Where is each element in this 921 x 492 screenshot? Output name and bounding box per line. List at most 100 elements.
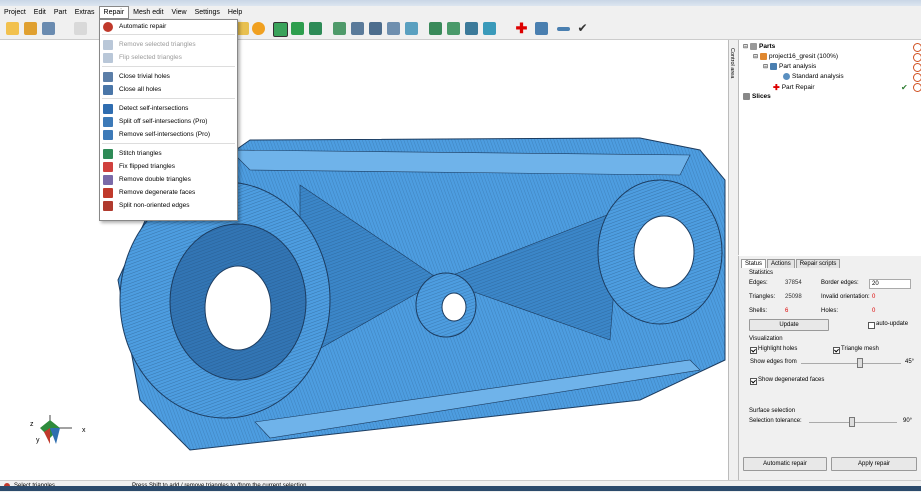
menu-extras[interactable]: Extras xyxy=(71,6,99,19)
menu-project[interactable]: Project xyxy=(0,6,30,19)
menu-repair[interactable]: Repair xyxy=(98,6,130,19)
select-mode-4-icon[interactable] xyxy=(483,22,496,35)
collapse-icon[interactable]: ⊟ xyxy=(763,63,768,70)
select-mode-3-icon[interactable] xyxy=(465,22,478,35)
tab-repair-scripts[interactable]: Repair scripts xyxy=(795,259,841,268)
degenerated-faces-label: Show degenerated faces xyxy=(758,377,825,383)
update-button[interactable]: Update xyxy=(749,319,829,331)
status-panel: Status Actions Repair scripts Statistics… xyxy=(738,256,921,480)
menu-item-detect-self-intersections[interactable]: Detect self-intersections xyxy=(100,103,237,114)
render-mode-5-icon[interactable] xyxy=(405,22,418,35)
menu-item-split-non-oriented-edges[interactable]: Split non-oriented edges xyxy=(100,200,237,211)
visibility-icon[interactable] xyxy=(913,63,921,72)
copy-icon[interactable] xyxy=(74,22,87,35)
add-icon[interactable]: ✚ xyxy=(515,21,528,35)
view-front-icon[interactable] xyxy=(291,22,304,35)
visibility-icon[interactable] xyxy=(913,83,921,92)
render-mode-3-icon[interactable] xyxy=(369,22,382,35)
render-mode-1-icon[interactable] xyxy=(333,22,346,35)
menu-item-remove-double-triangles[interactable]: Remove double triangles xyxy=(100,174,237,185)
shells-label: Shells: xyxy=(749,308,768,314)
select-mode-1-icon[interactable] xyxy=(429,22,442,35)
menu-item-flip-selected-triangles[interactable]: Flip selected triangles xyxy=(100,52,237,63)
menu-item-remove-self-intersections[interactable]: Remove self-intersections (Pro) xyxy=(100,129,237,140)
menu-separator xyxy=(102,98,235,99)
analysis-icon xyxy=(770,63,778,70)
tree-node-parts[interactable]: ⊟ Parts xyxy=(743,43,775,50)
detect-intersections-icon xyxy=(103,103,113,114)
holes-value: 0 xyxy=(872,308,876,314)
collapse-icon[interactable]: ⊟ xyxy=(743,43,748,50)
new-project-icon[interactable] xyxy=(6,22,19,35)
part-icon xyxy=(760,53,768,60)
standard-analysis-label: Standard analysis xyxy=(792,73,844,80)
edges-value: 37854 xyxy=(785,280,802,286)
shells-value: 6 xyxy=(785,308,789,314)
repair-check-icon: ✔ xyxy=(901,83,908,92)
menu-item-automatic-repair[interactable]: Automatic repair xyxy=(100,21,237,32)
flip-triangles-icon xyxy=(103,52,113,63)
tree-node-slices[interactable]: Slices xyxy=(743,93,771,100)
minus-icon[interactable] xyxy=(557,27,570,31)
menu-item-stitch-triangles[interactable]: Stitch triangles xyxy=(100,148,237,159)
edge-angle-value: 45° xyxy=(905,359,915,365)
invalid-orientation-label: Invalid orientation: xyxy=(821,294,870,300)
menu-item-close-all-holes[interactable]: Close all holes xyxy=(100,84,237,95)
save-project-icon[interactable] xyxy=(42,22,55,35)
automatic-repair-button[interactable]: Automatic repair xyxy=(743,457,827,471)
menu-item-remove-selected-triangles[interactable]: Remove selected triangles xyxy=(100,39,237,50)
menu-view[interactable]: View xyxy=(168,6,191,19)
remove-triangles-icon xyxy=(103,39,113,50)
menu-settings[interactable]: Settings xyxy=(191,6,224,19)
tab-status[interactable]: Status xyxy=(741,259,767,268)
menu-edit[interactable]: Edit xyxy=(30,6,50,19)
triangle-mesh-checkbox[interactable] xyxy=(833,347,840,354)
render-mode-2-icon[interactable] xyxy=(351,22,364,35)
tab-actions[interactable]: Actions xyxy=(767,259,795,268)
holes-label: Holes: xyxy=(821,308,839,314)
view-3d-icon[interactable] xyxy=(309,22,322,35)
triangle-mesh-label: Triangle mesh xyxy=(841,346,879,352)
x-axis-label: x xyxy=(82,427,86,434)
invalid-orientation-value: 0 xyxy=(872,294,876,300)
edge-angle-slider[interactable] xyxy=(801,363,901,364)
menu-help[interactable]: Help xyxy=(224,6,246,19)
measure-icon[interactable] xyxy=(535,22,548,35)
menu-part[interactable]: Part xyxy=(50,6,71,19)
highlight-holes-label: Highlight holes xyxy=(758,346,798,352)
menu-item-remove-degenerate-faces[interactable]: Remove degenerate faces xyxy=(100,187,237,198)
tree-node-part-repair[interactable]: ✚ Part Repair xyxy=(773,83,815,92)
tolerance-slider-thumb[interactable] xyxy=(849,417,855,427)
fix-flipped-icon xyxy=(103,161,113,172)
menu-item-split-off-self-intersections[interactable]: Split off self-intersections (Pro) xyxy=(100,116,237,127)
split-edges-icon xyxy=(103,200,113,211)
auto-update-checkbox[interactable] xyxy=(868,322,875,329)
check-icon[interactable]: ✔ xyxy=(576,22,589,35)
tree-node-standard-analysis[interactable]: Standard analysis xyxy=(783,73,844,80)
triangles-value: 25098 xyxy=(785,294,802,300)
menu-mesh-edit[interactable]: Mesh edit xyxy=(129,6,167,19)
edge-angle-slider-thumb[interactable] xyxy=(857,358,863,368)
search-icon[interactable] xyxy=(252,22,265,35)
control-area-label: Control area xyxy=(729,48,735,79)
select-mode-2-icon[interactable] xyxy=(447,22,460,35)
axis-indicator: z x y xyxy=(30,415,86,444)
visibility-icon[interactable] xyxy=(913,43,921,52)
open-project-icon[interactable] xyxy=(24,22,37,35)
degenerated-faces-checkbox[interactable] xyxy=(750,378,757,385)
highlight-holes-checkbox[interactable] xyxy=(750,347,757,354)
apply-repair-button[interactable]: Apply repair xyxy=(831,457,917,471)
tree-node-project[interactable]: ⊟ project16_gresit (100%) xyxy=(753,53,838,60)
repair-dropdown-menu: Automatic repair Remove selected triangl… xyxy=(99,19,238,221)
view-left-icon[interactable] xyxy=(273,22,288,37)
visualization-heading: Visualization xyxy=(749,336,783,342)
collapse-icon[interactable]: ⊟ xyxy=(753,53,758,60)
menu-item-close-trivial-holes[interactable]: Close trivial holes xyxy=(100,71,237,82)
visibility-icon[interactable] xyxy=(913,53,921,62)
visibility-icon[interactable] xyxy=(913,73,921,82)
tree-node-part-analysis[interactable]: ⊟ Part analysis xyxy=(763,63,816,70)
parts-tree: ⊟ Parts ⊟ project16_gresit (100%) ⊟ Part… xyxy=(738,40,921,255)
menu-item-fix-flipped-triangles[interactable]: Fix flipped triangles xyxy=(100,161,237,172)
slices-icon xyxy=(743,93,750,100)
render-mode-4-icon[interactable] xyxy=(387,22,400,35)
